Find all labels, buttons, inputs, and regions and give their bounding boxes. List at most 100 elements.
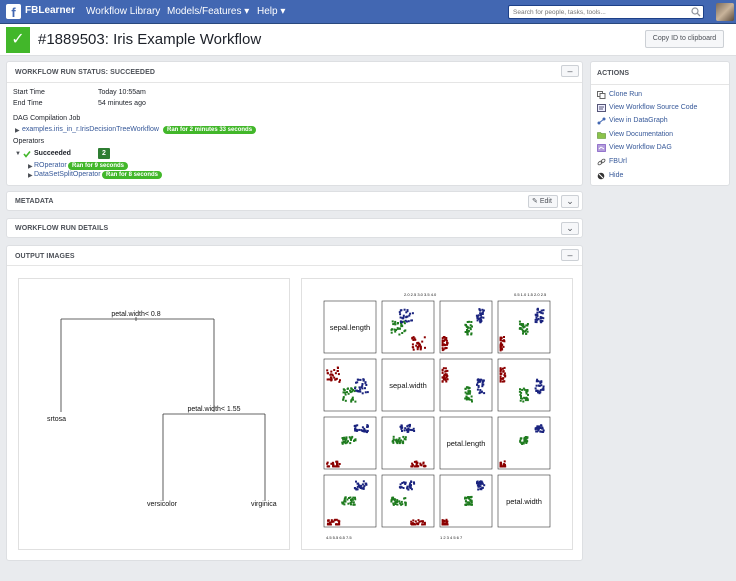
scatter-point-virginica <box>356 485 359 488</box>
user-avatar[interactable] <box>716 3 734 21</box>
search-icon[interactable] <box>690 6 702 18</box>
scatter-point-setosa <box>423 336 426 339</box>
expand-triangle-icon[interactable]: ▶ <box>28 163 33 170</box>
scatter-point-setosa <box>329 523 332 526</box>
scatter-point-versicolor <box>466 331 469 334</box>
dag-job-link[interactable]: examples.iris_in_r.IrisDecisionTreeWorkf… <box>22 126 159 133</box>
scatter-point-versicolor <box>343 436 346 439</box>
scatter-point-versicolor <box>395 440 398 443</box>
scatter-point-versicolor <box>398 327 401 330</box>
scatter-point-virginica <box>478 308 481 311</box>
action-view-source-code[interactable]: View Workflow Source Code <box>597 103 727 115</box>
scatter-point-virginica <box>540 381 543 384</box>
scatter-point-setosa <box>416 348 419 351</box>
collapse-button[interactable]: – <box>561 65 579 77</box>
scatter-point-setosa <box>338 463 341 465</box>
nav-workflow-library[interactable]: Workflow Library <box>86 6 160 17</box>
scatter-point-setosa <box>334 372 337 375</box>
collapse-triangle-icon[interactable]: ▼ <box>15 151 21 157</box>
scatter-point-versicolor <box>354 439 357 442</box>
scatter-point-versicolor <box>344 399 347 402</box>
scatter-point-virginica <box>361 383 364 385</box>
scatter-point-virginica <box>362 487 365 490</box>
action-fburl[interactable]: FBUrl <box>597 157 727 169</box>
edit-button[interactable]: ✎ Edit <box>528 195 558 208</box>
scatter-point-setosa <box>441 349 444 352</box>
scatter-point-versicolor <box>521 388 524 391</box>
scatter-point-virginica <box>540 321 543 324</box>
scatter-point-versicolor <box>526 397 529 400</box>
scatter-point-versicolor <box>352 501 355 504</box>
scatter-point-virginica <box>481 486 484 489</box>
scatter-point-versicolor <box>341 442 344 445</box>
link-icon <box>597 158 606 166</box>
scatter-point-virginica <box>358 428 361 431</box>
dag-icon <box>597 144 606 152</box>
scatter-point-versicolor <box>404 504 407 507</box>
scatter-point-versicolor <box>392 503 395 506</box>
scatter-point-versicolor <box>398 500 401 503</box>
scatter-point-virginica <box>361 392 364 395</box>
scatter-point-setosa <box>503 374 506 377</box>
hide-icon <box>597 172 605 180</box>
scatter-point-virginica <box>537 308 539 311</box>
scatter-point-versicolor <box>349 442 352 445</box>
chevron-down-icon[interactable]: ⌄ <box>561 222 579 235</box>
scatter-point-versicolor <box>393 328 396 331</box>
scatter-point-virginica <box>478 392 481 395</box>
scatter-point-virginica <box>410 319 413 322</box>
scatter-point-setosa <box>336 370 339 372</box>
scatter-point-versicolor <box>522 442 525 445</box>
facebook-logo-icon[interactable]: f <box>6 4 21 20</box>
brand-name[interactable]: FBLearner <box>25 5 75 16</box>
scatter-point-versicolor <box>392 438 395 441</box>
scatter-point-versicolor <box>471 325 473 328</box>
scatter-point-virginica <box>475 314 478 317</box>
scatter-point-setosa <box>442 378 445 381</box>
scatter-point-versicolor <box>394 503 397 505</box>
nav-models-features[interactable]: Models/Features ▾ <box>167 6 249 17</box>
operator-link-datasetsplit[interactable]: DataSetSplitOperator <box>34 171 101 178</box>
scatter-point-setosa <box>502 345 505 348</box>
scatter-point-virginica <box>406 315 409 318</box>
action-clone-run[interactable]: Clone Run <box>597 90 727 102</box>
scatter-point-virginica <box>481 482 484 485</box>
scatter-point-versicolor <box>396 500 399 503</box>
scatter-point-virginica <box>538 384 541 387</box>
scatter-point-virginica <box>354 487 357 490</box>
scatter-point-versicolor <box>522 332 524 335</box>
scatter-point-setosa <box>446 341 448 344</box>
scatter-point-virginica <box>365 482 368 485</box>
scatter-point-virginica <box>542 385 545 388</box>
collapse-button[interactable]: – <box>561 249 579 261</box>
scatter-point-setosa <box>502 370 505 373</box>
action-hide[interactable]: Hide <box>597 171 727 183</box>
scatter-point-setosa <box>441 347 444 350</box>
nav-help[interactable]: Help ▾ <box>257 6 285 17</box>
action-view-workflow-dag[interactable]: View Workflow DAG <box>597 143 727 155</box>
success-check-icon: ✓ <box>6 27 30 53</box>
scatter-point-virginica <box>403 308 406 311</box>
action-view-datagraph[interactable]: View in DataGraph <box>597 116 727 128</box>
scatter-point-setosa <box>330 379 333 382</box>
scatter-point-virginica <box>479 485 482 488</box>
chevron-down-icon[interactable]: ⌄ <box>561 195 579 208</box>
scatter-point-setosa <box>336 462 339 465</box>
scatter-point-versicolor <box>347 387 349 390</box>
search-input[interactable] <box>508 5 704 19</box>
decision-tree-plot: petal.width< 0.8 petal.width< 1.55 srtos… <box>47 311 277 508</box>
scatter-point-virginica <box>409 312 412 315</box>
action-view-documentation[interactable]: View Documentation <box>597 130 727 142</box>
scatter-point-versicolor <box>464 391 467 394</box>
expand-triangle-icon[interactable]: ▶ <box>28 172 33 179</box>
operator-link-roperator[interactable]: ROperator <box>34 162 67 169</box>
axis-ticks: 2.0 2.5 3.0 3.5 4.0 <box>404 292 437 297</box>
scatter-point-virginica <box>534 318 537 321</box>
scatter-point-versicolor <box>344 393 347 396</box>
expand-triangle-icon[interactable]: ▶ <box>15 127 20 134</box>
scatter-point-versicolor <box>521 325 524 328</box>
tree-split-label: petal.width< 0.8 <box>111 311 160 318</box>
panel-title: WORKFLOW RUN STATUS: SUCCEEDED <box>15 69 156 76</box>
copy-id-button[interactable]: Copy ID to clipboard <box>645 30 724 48</box>
scatter-point-virginica <box>403 429 406 432</box>
